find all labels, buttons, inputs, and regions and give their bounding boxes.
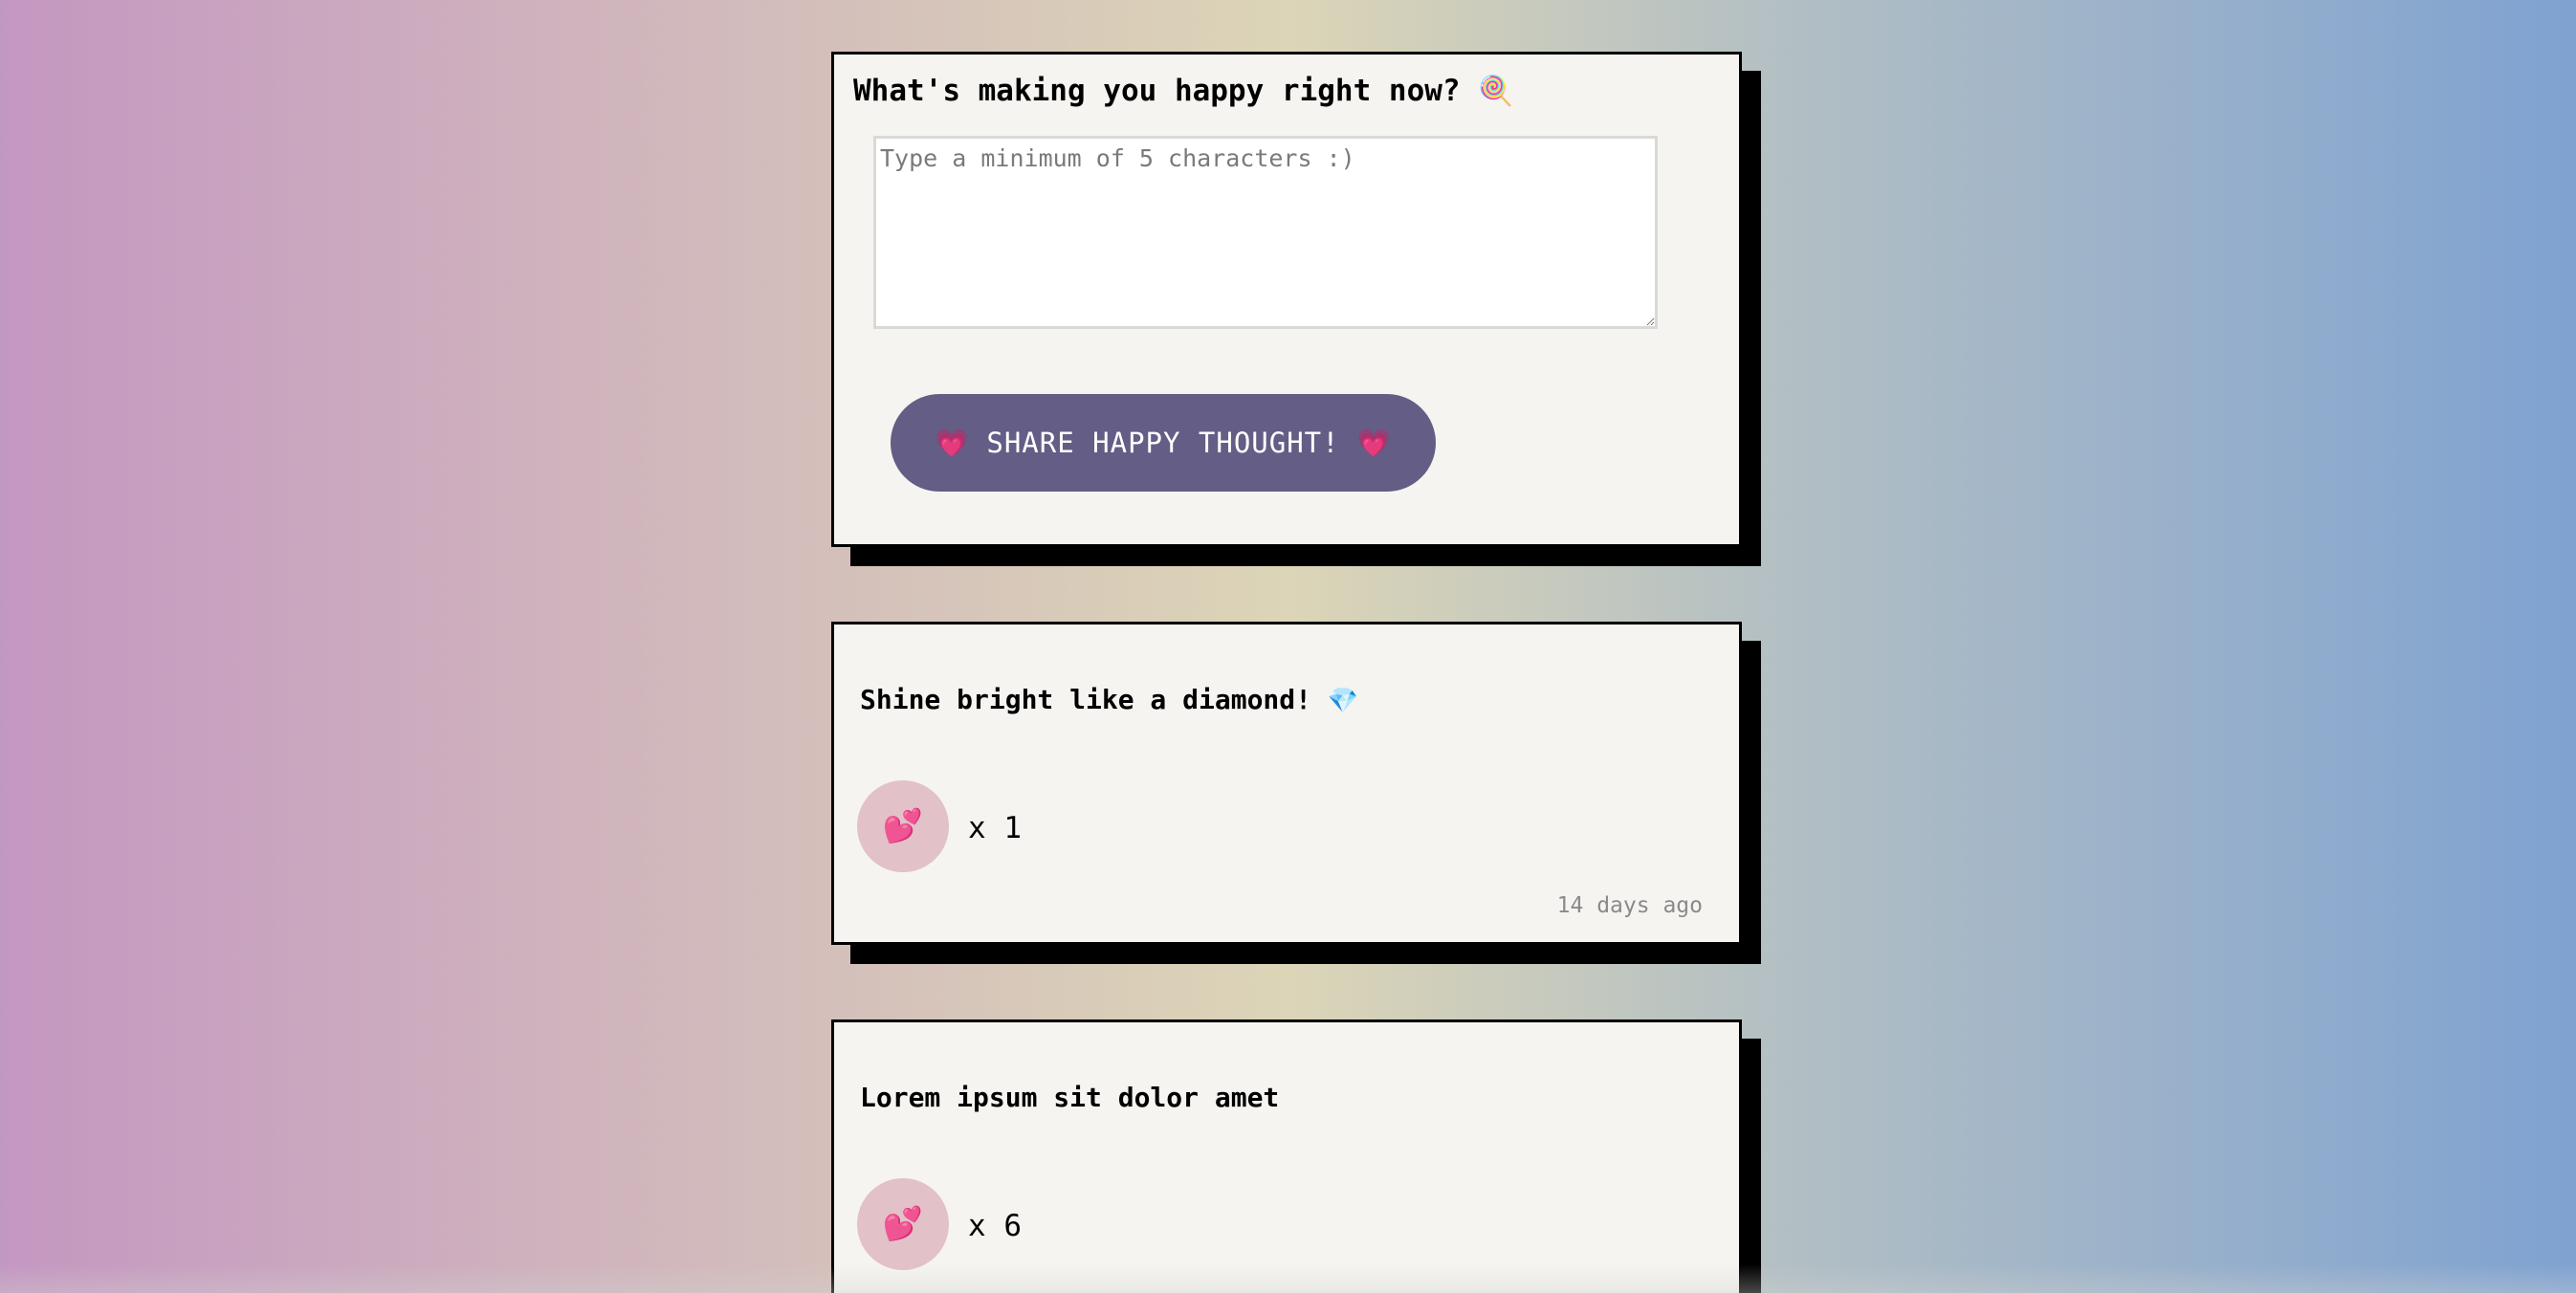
lollipop-icon: 🍭 (1478, 75, 1514, 108)
like-button[interactable]: 💕 (857, 1178, 949, 1270)
like-count: x 1 (968, 811, 1022, 845)
thought-message: Shine bright like a diamond! 💎 (860, 684, 1358, 715)
two-hearts-icon: 💕 (882, 1206, 924, 1242)
two-hearts-icon: 💕 (882, 808, 924, 844)
thought-input[interactable] (873, 136, 1658, 329)
like-button[interactable]: 💕 (857, 780, 949, 872)
share-button-label: SHARE HAPPY THOUGHT! (986, 427, 1340, 459)
like-count: x 6 (968, 1209, 1022, 1243)
thought-card: Lorem ipsum sit dolor amet 💕 x 6 (831, 1019, 1742, 1293)
thought-message: Lorem ipsum sit dolor amet (860, 1082, 1279, 1113)
heart-icon: 💗 (935, 427, 970, 459)
diamond-icon: 💎 (1327, 687, 1359, 715)
heart-icon: 💗 (1356, 427, 1392, 459)
thought-message-text: Lorem ipsum sit dolor amet (860, 1082, 1280, 1113)
share-happy-thought-button[interactable]: 💗 SHARE HAPPY THOUGHT! 💗 (891, 394, 1436, 492)
thought-message-text: Shine bright like a diamond! (860, 684, 1312, 715)
post-timestamp: 14 days ago (1556, 893, 1703, 918)
form-title-text: What's making you happy right now? (853, 74, 1461, 108)
thought-card: Shine bright like a diamond! 💎 💕 x 1 14 … (831, 622, 1742, 945)
happy-thought-form: What's making you happy right now? 🍭 💗 S… (831, 52, 1742, 547)
form-title: What's making you happy right now? 🍭 (853, 74, 1514, 108)
